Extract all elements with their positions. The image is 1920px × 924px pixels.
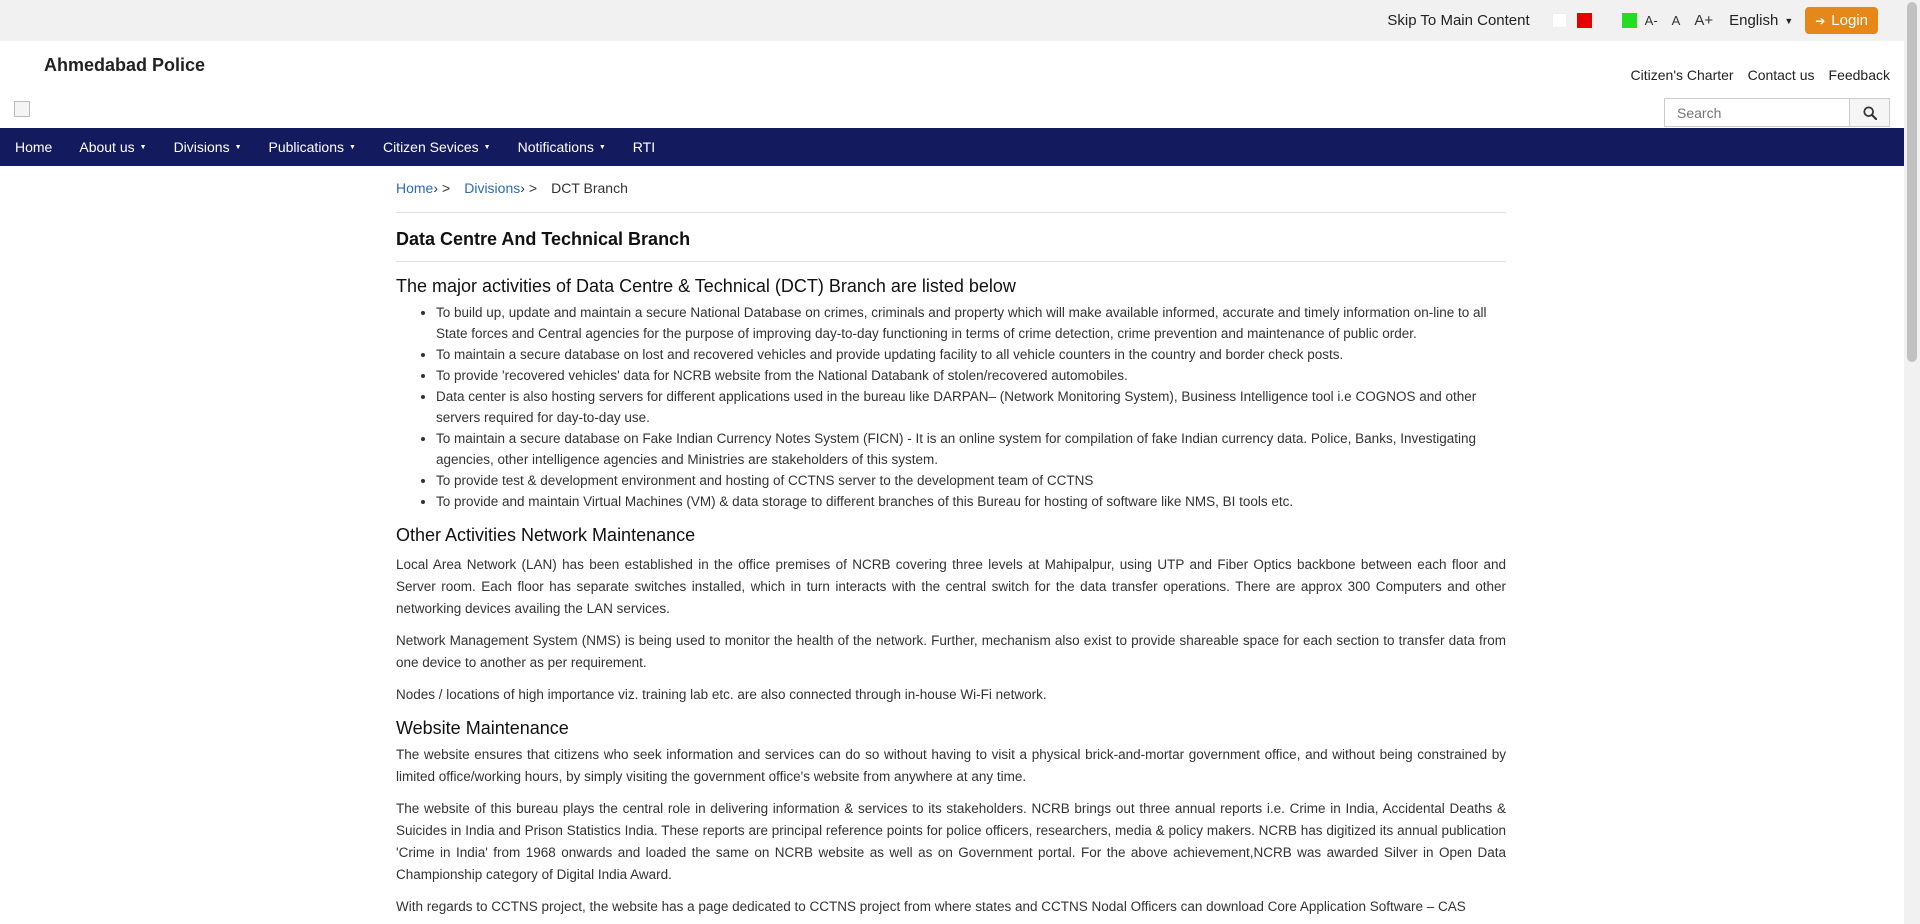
nav-citizen-services[interactable]: Citizen Sevices ▼ <box>383 139 491 155</box>
paragraph: With regards to CCTNS project, the websi… <box>396 899 1466 914</box>
font-normal-button[interactable]: A <box>1672 13 1681 28</box>
paragraph: The website of this bureau plays the cen… <box>396 801 1506 882</box>
green-contrast-swatch[interactable] <box>1621 13 1637 28</box>
nav-home[interactable]: Home <box>15 139 52 155</box>
list-item: To provide test & development environmen… <box>436 470 1506 491</box>
search-button[interactable] <box>1849 98 1890 127</box>
login-button[interactable]: ➔ Login <box>1805 7 1878 34</box>
section-heading-major-activities: The major activities of Data Centre & Te… <box>396 276 1016 296</box>
nav-divisions[interactable]: Divisions ▼ <box>174 139 242 155</box>
nav-rti[interactable]: RTI <box>633 139 655 155</box>
list-item: Data center is also hosting servers for … <box>436 386 1506 428</box>
nav-notifications[interactable]: Notifications ▼ <box>518 139 606 155</box>
nav-home-label: Home <box>15 139 53 155</box>
caret-down-icon: ▼ <box>349 143 356 151</box>
nav-divisions-label: Divisions <box>173 139 230 155</box>
caret-down-icon: ▼ <box>139 143 147 151</box>
section-heading-network-maintenance: Other Activities Network Maintenance <box>396 525 696 545</box>
main-nav: Home About us ▼ Divisions ▼ Publications ▼ … <box>0 128 1904 166</box>
search-input[interactable] <box>1664 98 1849 127</box>
broken-image-icon[interactable] <box>14 101 30 117</box>
scrollbar-thumb[interactable] <box>1907 2 1917 362</box>
sign-in-icon: ➔ <box>1815 13 1826 28</box>
nav-about-us[interactable]: About us ▼ <box>79 139 146 155</box>
breadcrumb-separator: > <box>528 180 538 196</box>
nav-notifications-label: Notifications <box>517 139 594 155</box>
breadcrumb-divisions-link[interactable]: Divisions <box>464 180 520 196</box>
white-contrast-swatch[interactable] <box>1551 13 1567 28</box>
list-item: To provide and maintain Virtual Machines… <box>436 491 1506 512</box>
list-item: To maintain a secure database on lost an… <box>436 344 1506 365</box>
section-heading-website-maintenance: Website Maintenance <box>396 718 569 738</box>
page: Skip To Main Content A- A A+ English ▼ ➔… <box>0 0 1904 924</box>
red-contrast-swatch[interactable] <box>1576 13 1592 28</box>
paragraph: Network Management System (NMS) is being… <box>396 633 1506 670</box>
skip-to-main-content-link[interactable]: Skip To Main Content <box>1387 12 1529 29</box>
breadcrumb-current: DCT Branch <box>551 180 628 196</box>
breadcrumb-home-link[interactable]: Home <box>396 180 433 196</box>
caret-down-icon: ▼ <box>234 143 242 151</box>
breadcrumb-separator: > <box>442 180 451 196</box>
caret-down-icon: ▼ <box>598 143 606 151</box>
page-title: Data Centre And Technical Branch <box>396 229 691 249</box>
main-content: Home › > Divisions › > DCT Branch Data C… <box>396 180 1506 918</box>
citizens-charter-link[interactable]: Citizen's Charter <box>1631 67 1734 83</box>
divider <box>396 261 1506 262</box>
paragraph: Local Area Network (LAN) has been establ… <box>396 557 1506 616</box>
font-decrease-button[interactable]: A- <box>1645 13 1658 28</box>
search-box <box>1664 98 1890 127</box>
site-title[interactable]: Ahmedabad Police <box>44 55 205 76</box>
breadcrumb-chevron-icon: › <box>433 180 439 196</box>
paragraph: Nodes / locations of high importance viz… <box>396 687 1047 702</box>
caret-down-icon: ▼ <box>1784 15 1794 26</box>
breadcrumb-chevron-icon: › <box>520 180 525 196</box>
search-icon <box>1862 105 1877 120</box>
contact-us-link[interactable]: Contact us <box>1748 67 1815 83</box>
vertical-scrollbar[interactable] <box>1904 0 1920 924</box>
font-increase-button[interactable]: A+ <box>1694 12 1713 29</box>
nav-rti-label: RTI <box>632 139 656 155</box>
language-select[interactable]: English ▼ <box>1729 12 1793 29</box>
header-links: Citizen's Charter Contact us Feedback <box>1631 67 1890 83</box>
language-label: English <box>1729 12 1779 29</box>
nav-citizen-services-label: Citizen Sevices <box>382 139 479 155</box>
nav-publications-label: Publications <box>268 139 345 155</box>
nav-about-us-label: About us <box>79 139 135 155</box>
site-header: Ahmedabad Police Citizen's Charter Conta… <box>0 41 1904 128</box>
list-item: To maintain a secure database on Fake In… <box>436 428 1506 470</box>
paragraph: The website ensures that citizens who se… <box>396 747 1506 784</box>
feedback-link[interactable]: Feedback <box>1829 67 1890 83</box>
top-utility-bar: Skip To Main Content A- A A+ English ▼ ➔… <box>0 0 1904 41</box>
caret-down-icon: ▼ <box>483 143 491 151</box>
list-item: To build up, update and maintain a secur… <box>436 302 1506 344</box>
activities-list: To build up, update and maintain a secur… <box>436 302 1506 512</box>
list-item: To provide 'recovered vehicles' data for… <box>436 365 1506 386</box>
breadcrumb: Home › > Divisions › > DCT Branch <box>396 180 1506 196</box>
nav-publications[interactable]: Publications ▼ <box>269 139 356 155</box>
login-label: Login <box>1831 12 1868 29</box>
